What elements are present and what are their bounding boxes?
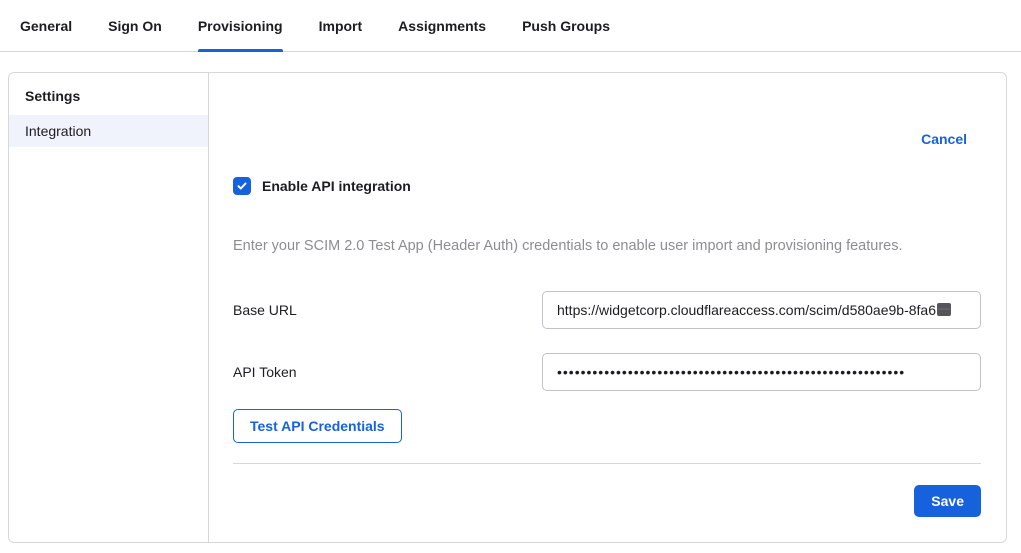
sidebar-header: Settings (9, 85, 208, 115)
tab-push-groups[interactable]: Push Groups (522, 0, 610, 51)
input-overflow-indicator (937, 303, 951, 316)
base-url-row: Base URL https://widgetcorp.cloudflareac… (233, 291, 981, 329)
tab-sign-on[interactable]: Sign On (108, 0, 162, 51)
base-url-input[interactable]: https://widgetcorp.cloudflareaccess.com/… (542, 291, 981, 329)
enable-api-label: Enable API integration (262, 178, 411, 194)
cancel-row: Cancel (233, 131, 981, 147)
tab-general[interactable]: General (20, 0, 72, 51)
base-url-label: Base URL (233, 302, 542, 318)
base-url-value: https://widgetcorp.cloudflareaccess.com/… (557, 302, 936, 318)
tab-import[interactable]: Import (319, 0, 363, 51)
enable-api-checkbox[interactable] (233, 177, 251, 195)
provisioning-panel: Settings Integration Cancel Enable API i… (8, 72, 1007, 543)
app-tab-bar: General Sign On Provisioning Import Assi… (0, 0, 1021, 52)
sidebar-item-integration[interactable]: Integration (9, 115, 208, 147)
save-row: Save (233, 485, 981, 517)
enable-api-row: Enable API integration (233, 177, 981, 195)
save-button[interactable]: Save (914, 485, 981, 517)
api-token-masked-value: ••••••••••••••••••••••••••••••••••••••••… (557, 364, 905, 380)
tab-assignments[interactable]: Assignments (398, 0, 486, 51)
api-token-label: API Token (233, 364, 542, 380)
checkmark-icon (236, 180, 248, 192)
credentials-description: Enter your SCIM 2.0 Test App (Header Aut… (233, 237, 981, 257)
test-credentials-row: Test API Credentials (233, 409, 981, 443)
api-token-row: API Token ••••••••••••••••••••••••••••••… (233, 353, 981, 391)
tab-provisioning[interactable]: Provisioning (198, 0, 283, 51)
cancel-button[interactable]: Cancel (921, 131, 967, 147)
test-api-credentials-button[interactable]: Test API Credentials (233, 409, 402, 443)
integration-settings-main: Cancel Enable API integration Enter your… (209, 73, 1006, 542)
footer-divider (233, 463, 981, 464)
api-token-input[interactable]: ••••••••••••••••••••••••••••••••••••••••… (542, 353, 981, 391)
settings-sidebar: Settings Integration (9, 73, 209, 542)
